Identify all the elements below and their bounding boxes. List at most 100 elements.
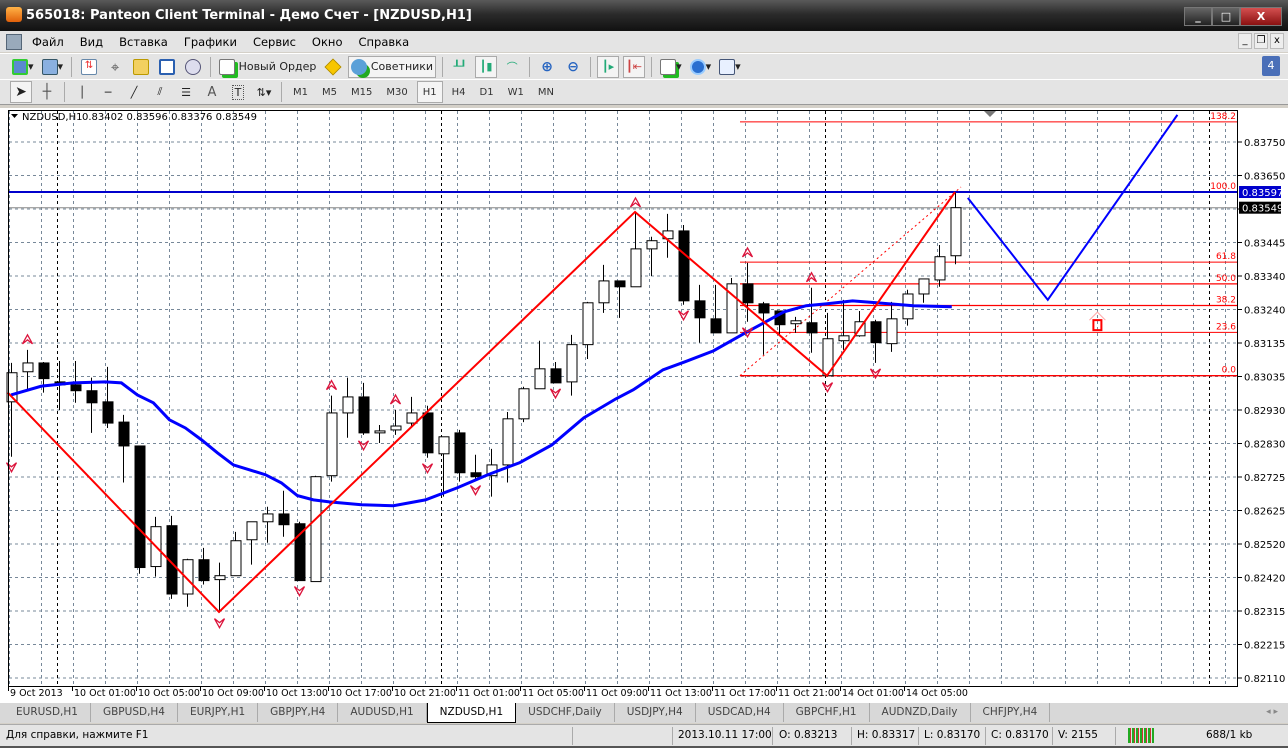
timeframe-h4[interactable]: H4: [447, 81, 471, 103]
price-tick-label: 0.82725: [1244, 473, 1285, 484]
separator: [64, 82, 65, 102]
price-label-level: 0.83597: [1242, 188, 1283, 199]
trendline-tool[interactable]: ╱: [123, 81, 145, 103]
chart-tab[interactable]: GBPUSD,H4: [91, 703, 178, 722]
chart-tab[interactable]: GBPJPY,H4: [258, 703, 339, 722]
status-close: C: 0.83170: [991, 729, 1049, 741]
menu-window[interactable]: Окно: [304, 35, 351, 49]
experts-button[interactable]: Советники: [348, 55, 437, 78]
bar-chart-button[interactable]: ┸┚: [449, 56, 471, 78]
timeframe-h1[interactable]: H1: [416, 81, 443, 103]
chart-tab[interactable]: EURUSD,H1: [4, 703, 91, 722]
price-label-bid: 0.83549: [1242, 204, 1283, 215]
timeframe-m30[interactable]: M30: [381, 81, 412, 103]
chart-window-icon[interactable]: [6, 33, 22, 50]
time-tick-label: 10 Oct 09:00: [202, 688, 264, 699]
chart-tab[interactable]: USDJPY,H4: [615, 703, 696, 722]
terminal-button[interactable]: [156, 56, 178, 78]
time-tick-label: 11 Oct 13:00: [650, 688, 712, 699]
menu-charts[interactable]: Графики: [176, 35, 245, 49]
timeframe-d1[interactable]: D1: [475, 81, 499, 103]
mdi-restore-button[interactable]: ❐: [1254, 33, 1268, 49]
mdi-minimize-button[interactable]: _: [1238, 33, 1252, 49]
folder-star-icon: [133, 58, 150, 75]
new-chart-button[interactable]: ▾: [10, 56, 36, 78]
connection-status-icon[interactable]: [1128, 728, 1154, 743]
bullish-candle: [262, 513, 274, 523]
chart-tab[interactable]: USDCHF,Daily: [516, 703, 615, 722]
periods-button[interactable]: ▾: [688, 56, 714, 78]
menu-file[interactable]: Файл: [24, 35, 72, 49]
bullish-candle: [886, 318, 898, 345]
data-window-button[interactable]: ⌖: [104, 56, 126, 78]
bullish-candle: [502, 418, 514, 466]
time-tick-label: 10 Oct 21:00: [394, 688, 456, 699]
timeframe-m1[interactable]: M1: [288, 81, 313, 103]
fractal-up-icon: [741, 246, 754, 258]
zoom-in-button[interactable]: ⊕: [536, 56, 558, 78]
new-order-button[interactable]: Новый Ордер: [217, 56, 318, 78]
chart-tab[interactable]: USDCAD,H4: [696, 703, 784, 722]
bearish-candle: [694, 300, 706, 319]
notifications-badge[interactable]: 4: [1262, 56, 1280, 76]
bearish-candle: [806, 322, 818, 334]
timeframe-w1[interactable]: W1: [503, 81, 529, 103]
templates-button[interactable]: ▾: [717, 56, 743, 78]
experts-label: Советники: [370, 60, 434, 73]
fractal-down-icon: [821, 382, 834, 394]
line-chart-button[interactable]: ⌒: [501, 56, 523, 78]
fractal-down-icon: [293, 586, 306, 597]
window-title: 565018: Panteon Client Terminal - Демо С…: [26, 8, 472, 23]
chart-tab[interactable]: EURJPY,H1: [178, 703, 259, 722]
chart-tab[interactable]: NZDUSD,H1: [426, 703, 517, 723]
bearish-candle: [278, 513, 290, 526]
text-tool[interactable]: A: [201, 81, 223, 103]
profiles-button[interactable]: ▾: [40, 56, 66, 78]
menu-insert[interactable]: Вставка: [111, 35, 176, 49]
time-tick-label: 10 Oct 01:00: [74, 688, 136, 699]
crosshair-tool[interactable]: ┼: [36, 81, 58, 103]
strategy-tester-button[interactable]: [182, 56, 204, 78]
navigator-button[interactable]: [130, 56, 152, 78]
chart-tab[interactable]: AUDNZD,Daily: [870, 703, 971, 722]
bearish-candle: [454, 432, 466, 474]
autoscroll-button[interactable]: ┃▸: [597, 55, 620, 78]
menu-tools[interactable]: Сервис: [245, 35, 304, 49]
cursor-tool[interactable]: ➤: [10, 81, 32, 103]
indicators-button[interactable]: ▾: [658, 56, 684, 78]
chart-tab[interactable]: CHFJPY,H4: [971, 703, 1051, 722]
candlestick-button[interactable]: ┃▮: [475, 55, 498, 78]
price-chart[interactable]: 0.023.638.250.061.8100.0138.2 NZDUSD,H1 …: [0, 108, 1288, 704]
tab-scroll-arrows-icon[interactable]: ◂ ▸: [1266, 707, 1278, 717]
timeframe-m15[interactable]: M15: [346, 81, 377, 103]
bullish-candle: [230, 540, 242, 577]
close-button[interactable]: X: [1240, 7, 1282, 26]
chart-tab[interactable]: GBPCHF,H1: [784, 703, 870, 722]
alert-button[interactable]: [322, 56, 344, 78]
fibonacci-tool[interactable]: ☰: [175, 81, 197, 103]
drawing-toolbar: ➤ ┼ │ ─ ╱ ⫽ ☰ A T ⇅▾ M1 M5 M15 M30 H1 H4…: [0, 79, 1288, 105]
fractal-up-icon: [805, 271, 818, 283]
horizontal-line-tool[interactable]: ─: [97, 81, 119, 103]
text-label-tool[interactable]: T: [227, 81, 249, 103]
arrows-tool[interactable]: ⇅▾: [253, 81, 275, 103]
timeframe-mn[interactable]: MN: [533, 81, 559, 103]
crosshair-icon: ⌖: [110, 57, 120, 76]
vertical-line-tool[interactable]: │: [71, 81, 93, 103]
timeframe-m5[interactable]: M5: [317, 81, 342, 103]
mdi-close-button[interactable]: x: [1270, 33, 1284, 49]
magnifier-icon: [185, 58, 202, 75]
chart-tab[interactable]: AUDUSD,H1: [338, 703, 427, 722]
menu-help[interactable]: Справка: [350, 35, 417, 49]
time-tick-label: 9 Oct 2013: [10, 688, 63, 699]
maximize-button[interactable]: □: [1212, 7, 1240, 26]
minimize-button[interactable]: _: [1184, 7, 1212, 26]
market-watch-button[interactable]: ⇅: [78, 56, 100, 78]
chart-shift-button[interactable]: ┃⇤: [623, 55, 646, 78]
channel-icon: ⫽: [157, 85, 163, 98]
chart-shift-marker-icon[interactable]: [984, 111, 996, 117]
zoom-out-button[interactable]: ⊖: [562, 56, 584, 78]
menu-view[interactable]: Вид: [72, 35, 111, 49]
separator: [590, 56, 592, 77]
equidistant-channel-tool[interactable]: ⫽: [149, 81, 171, 103]
